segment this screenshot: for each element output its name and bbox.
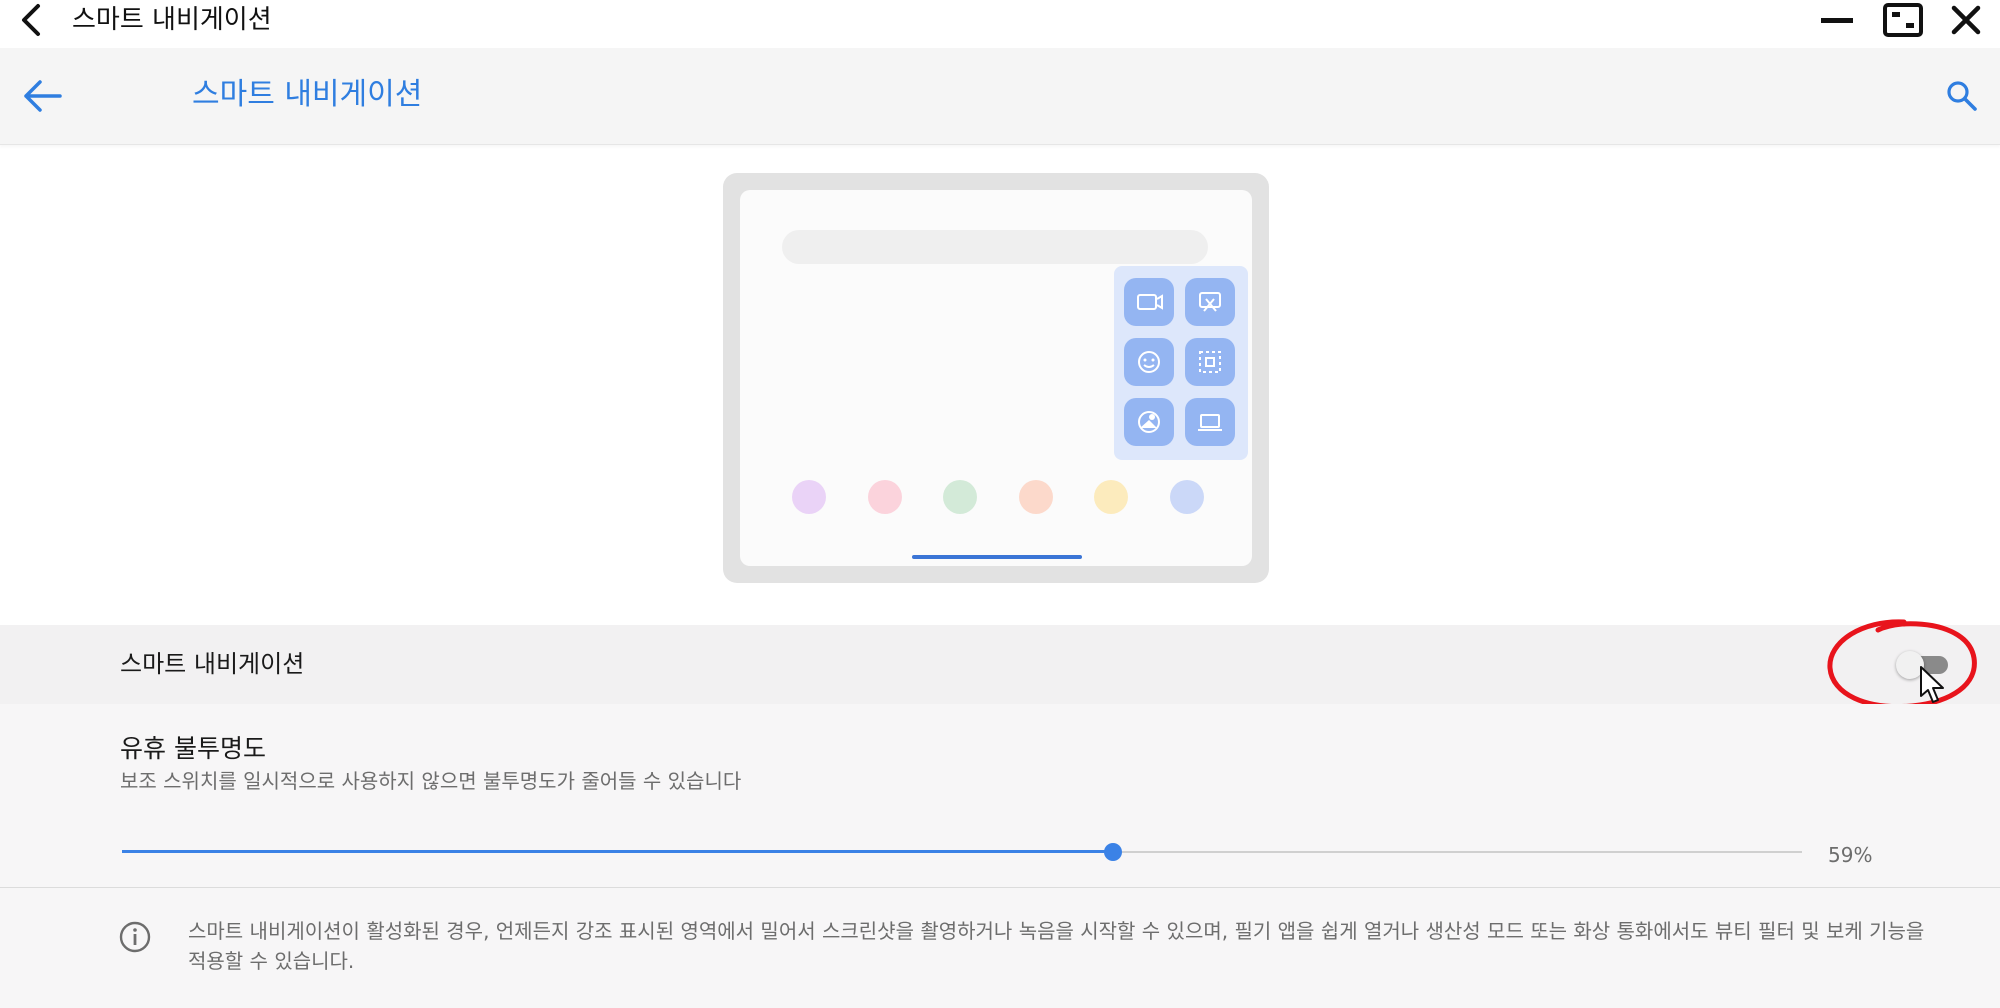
info-icon <box>118 920 152 954</box>
close-icon[interactable] <box>1948 2 1984 38</box>
idle-opacity-section: 유휴 불투명도 보조 스위치를 일시적으로 사용하지 않으면 불투명도가 줄어들… <box>0 704 2000 888</box>
chevron-left-icon[interactable] <box>14 2 54 38</box>
idle-opacity-slider[interactable] <box>120 840 1804 864</box>
idle-opacity-description: 보조 스위치를 일시적으로 사용하지 않으면 불투명도가 줄어들 수 있습니다 <box>120 769 742 793</box>
smart-navigation-illustration <box>722 172 1270 584</box>
laptop-icon <box>1185 398 1235 446</box>
window-titlebar: 스마트 내비게이션 <box>0 0 2000 48</box>
dock-app-dot <box>943 480 977 514</box>
restore-window-icon[interactable] <box>1882 2 1924 38</box>
beauty-filter-icon <box>1124 338 1174 386</box>
page-title: 스마트 내비게이션 <box>192 77 423 112</box>
arrow-left-icon[interactable] <box>20 76 64 116</box>
minimize-icon[interactable] <box>1818 4 1858 36</box>
idle-opacity-title: 유휴 불투명도 <box>120 734 266 763</box>
screenshot-crop-icon <box>1185 278 1235 326</box>
home-indicator-bar <box>912 555 1082 559</box>
info-section: 스마트 내비게이션이 활성화된 경우, 언제든지 강조 표시된 영역에서 밀어서… <box>0 888 2000 1008</box>
smart-navigation-label: 스마트 내비게이션 <box>120 650 305 678</box>
dock-app-dot <box>1094 480 1128 514</box>
partial-screenshot-icon <box>1185 338 1235 386</box>
screen-record-icon <box>1124 278 1174 326</box>
app-header: 스마트 내비게이션 <box>0 48 2000 145</box>
idle-opacity-value: 59% <box>1828 843 1873 867</box>
window-title: 스마트 내비게이션 <box>72 5 272 35</box>
slider-knob[interactable] <box>1104 843 1123 861</box>
dock-app-dot <box>1169 480 1204 514</box>
mouse-pointer-icon <box>1918 665 1948 705</box>
dock-app-dot <box>867 480 902 514</box>
bokeh-icon <box>1124 398 1174 446</box>
smart-navigation-toggle-row[interactable]: 스마트 내비게이션 <box>0 625 2000 704</box>
dock-app-dot <box>1018 480 1053 514</box>
search-icon[interactable] <box>1944 78 1980 114</box>
dock-app-dot <box>792 480 826 514</box>
slider-fill <box>122 850 1114 853</box>
info-description: 스마트 내비게이션이 활성화된 경우, 언제든지 강조 표시된 영역에서 밀어서… <box>188 919 1925 973</box>
